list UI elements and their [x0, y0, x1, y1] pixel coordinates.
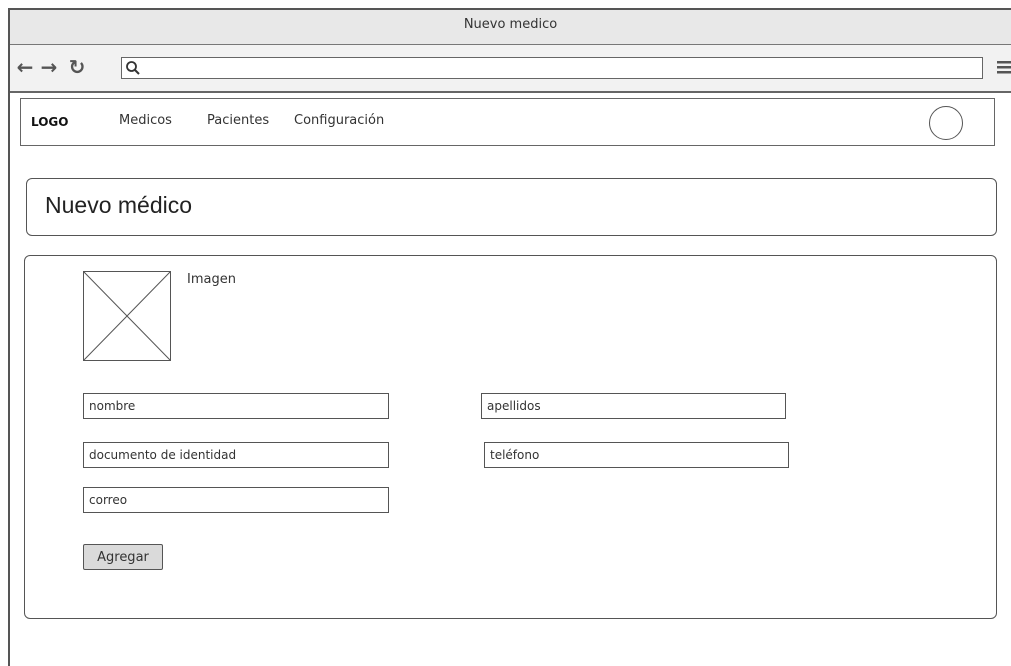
telefono-field[interactable]: [484, 442, 789, 468]
search-icon: [126, 61, 140, 75]
reload-icon[interactable]: ↻: [66, 55, 88, 79]
page-header-card: Nuevo médico: [26, 178, 997, 236]
agregar-button[interactable]: Agregar: [83, 544, 163, 570]
documento-field[interactable]: [83, 442, 389, 468]
nav-link-pacientes[interactable]: Pacientes: [207, 113, 269, 128]
address-bar[interactable]: [121, 57, 983, 79]
doctor-form-card: Imagen Agregar: [24, 255, 997, 619]
url-input[interactable]: [144, 59, 978, 79]
nav-link-medicos[interactable]: Medicos: [119, 113, 172, 128]
page-title: Nuevo médico: [45, 192, 193, 218]
nav-link-configuracion[interactable]: Configuración: [294, 113, 384, 128]
forward-arrow-icon[interactable]: →: [38, 55, 60, 79]
browser-toolbar: ← → ↻: [10, 45, 1011, 93]
hamburger-menu-icon[interactable]: [997, 59, 1011, 75]
correo-field[interactable]: [83, 487, 389, 513]
image-label: Imagen: [187, 272, 236, 287]
image-placeholder-icon: [84, 272, 170, 360]
user-avatar[interactable]: [929, 106, 963, 140]
window-titlebar: Nuevo medico: [10, 10, 1011, 45]
apellidos-field[interactable]: [481, 393, 786, 419]
back-arrow-icon[interactable]: ←: [14, 55, 36, 79]
nombre-field[interactable]: [83, 393, 389, 419]
window-title: Nuevo medico: [463, 17, 558, 32]
top-navbar: LOGO Medicos Pacientes Configuración: [20, 98, 995, 146]
logo[interactable]: LOGO: [31, 115, 68, 129]
image-upload-placeholder[interactable]: [83, 271, 171, 361]
